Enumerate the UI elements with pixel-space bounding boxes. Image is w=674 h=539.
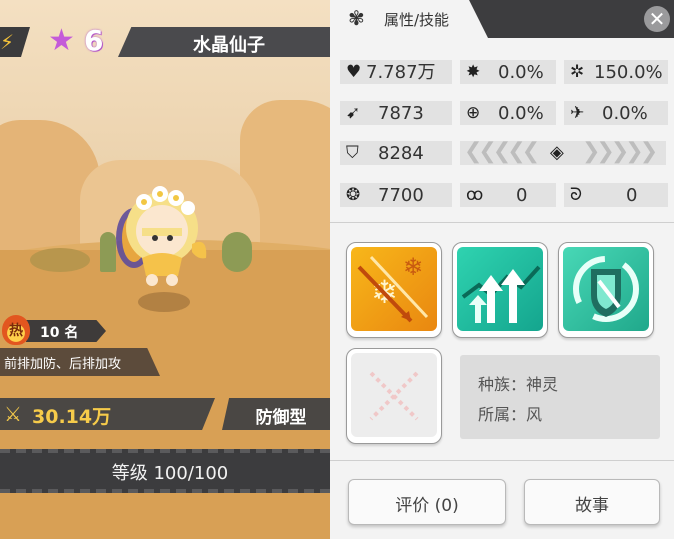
ice-arrows-skill-icon: ❄ ❄	[351, 247, 437, 331]
wind-icon: ❂	[346, 185, 361, 205]
position-description: 前排加防、后排加攻	[0, 348, 160, 376]
stats-row-4: ❂ 7700 ꝏ 0 ᘐ 0	[340, 183, 670, 207]
stat-attack: ➹ 7873	[340, 101, 452, 125]
stat-a-value: 0	[516, 185, 528, 206]
stat-crit-damage-value: 150.0%	[594, 62, 663, 83]
shield-icon: ⛉	[346, 143, 359, 163]
bush	[30, 248, 90, 272]
svg-text:❄: ❄	[403, 253, 423, 281]
level-text: 等级 100/100	[111, 463, 229, 484]
title-bar-left: ⚡	[0, 27, 30, 57]
arrows-up-skill-icon	[457, 247, 543, 331]
stat-speed: ❂ 7700	[340, 183, 452, 207]
hero-type-badge: 防御型	[222, 398, 340, 430]
stats-row-1: ♥ 7.787万 ✸ 0.0% ✲ 150.0%	[340, 60, 670, 84]
skill-slot-3[interactable]	[558, 242, 654, 338]
attack-claw-icon: ➹	[346, 103, 361, 123]
stat-hit-value: 0.0%	[498, 103, 544, 124]
rate-button[interactable]: 评价 (0)	[348, 479, 506, 525]
cactus	[222, 232, 252, 272]
heart-icon: ♥	[346, 62, 362, 82]
stat-speed-value: 7700	[378, 185, 424, 206]
stat-arrow-strip: ❮❮❮❮❮ ◈ ❯❯❯❯❯	[460, 141, 666, 165]
boot-icon: ꝏ	[466, 185, 484, 205]
stats-row-3: ⛉ 8284 ❮❮❮❮❮ ◈ ❯❯❯❯❯	[340, 141, 670, 165]
swirl-icon: ᘐ	[570, 185, 582, 205]
panel-tab-row: ✾ 属性/技能 ✕	[330, 0, 674, 38]
dodge-wing-icon: ✈	[570, 103, 585, 123]
rate-button-label: 评价 (0)	[395, 496, 459, 516]
skill-slot-empty[interactable]	[346, 348, 442, 444]
tab-label: 属性/技能	[384, 11, 450, 29]
star-level-badge: ★ 6	[36, 23, 126, 58]
attribute-panel: ✾ 属性/技能 ✕ ♥ 7.787万 ✸ 0.0% ✲ 150.0% ➹ 787…	[330, 0, 674, 539]
diamond-alert-icon: ◈	[550, 142, 564, 163]
divider	[330, 222, 674, 223]
star-level: 6	[84, 24, 104, 57]
hero-scene: ⚡ ★ 6 水晶仙子 10 名 热 前排加防、后排加攻 ⚔ 30.14万 防御型…	[0, 0, 340, 539]
hero-info-box: 种族：神灵 所属：风	[460, 355, 660, 439]
hero-name-plate: 水晶仙子	[118, 27, 340, 57]
race-label: 种族：神灵	[478, 375, 559, 394]
skill-slot-1[interactable]: ❄ ❄	[346, 242, 442, 338]
stat-crit: ✸ 0.0%	[460, 60, 556, 84]
stat-hp-value: 7.787万	[366, 62, 436, 83]
faction-label: 所属：风	[478, 405, 543, 424]
left-chevrons-icon: ❮❮❮❮❮	[464, 139, 540, 164]
combat-power-value: 30.14万	[32, 406, 112, 428]
rank-bar: 10 名	[26, 320, 106, 342]
stat-b: ᘐ 0	[564, 183, 668, 207]
burst-icon: ✸	[466, 62, 481, 82]
position-description-text: 前排加防、后排加攻	[4, 357, 122, 372]
popularity-rank: 10 名 热	[0, 315, 110, 345]
stat-hp: ♥ 7.787万	[340, 60, 452, 84]
tab-attributes-skills[interactable]: ✾ 属性/技能	[330, 0, 488, 38]
crosshair-icon: ⊕	[466, 103, 481, 123]
hero-name: 水晶仙子	[193, 35, 265, 56]
divider	[330, 460, 674, 461]
fairy-character	[116, 186, 207, 286]
hero-type: 防御型	[255, 408, 307, 428]
stat-hit: ⊕ 0.0%	[460, 101, 556, 125]
level-bar: 等级 100/100	[0, 449, 340, 493]
stats-row-2: ➹ 7873 ⊕ 0.0% ✈ 0.0%	[340, 101, 670, 125]
stat-dodge: ✈ 0.0%	[564, 101, 668, 125]
character-shadow	[138, 292, 190, 312]
stat-dodge-value: 0.0%	[602, 103, 648, 124]
hero-title-bar: ⚡ ★ 6 水晶仙子	[0, 23, 340, 58]
star-icon: ★	[48, 23, 75, 58]
stat-attack-value: 7873	[378, 103, 424, 124]
empty-skill-slot-icon	[351, 353, 437, 437]
lightning-icon: ⚡	[0, 30, 15, 54]
story-button[interactable]: 故事	[524, 479, 660, 525]
stat-defense-value: 8284	[378, 143, 424, 164]
story-button-label: 故事	[575, 496, 609, 516]
right-chevrons-icon: ❯❯❯❯❯	[582, 139, 658, 164]
stat-b-value: 0	[626, 185, 638, 206]
skill-slot-2[interactable]	[452, 242, 548, 338]
skill-tab-icon: ✾	[348, 6, 365, 30]
stat-crit-value: 0.0%	[498, 62, 544, 83]
hot-label: 热	[9, 323, 23, 339]
stat-defense: ⛉ 8284	[340, 141, 452, 165]
close-icon: ✕	[648, 7, 666, 31]
rank-value: 10 名	[40, 325, 79, 341]
close-button[interactable]: ✕	[644, 6, 670, 32]
shield-skill-icon	[563, 247, 649, 331]
flame-icon: 热	[2, 315, 30, 345]
sunburst-icon: ✲	[570, 62, 585, 82]
stat-crit-damage: ✲ 150.0%	[564, 60, 668, 84]
stat-a: ꝏ 0	[460, 183, 556, 207]
crossed-swords-icon: ⚔	[4, 402, 22, 426]
combat-power-bar: ⚔ 30.14万	[0, 398, 215, 430]
